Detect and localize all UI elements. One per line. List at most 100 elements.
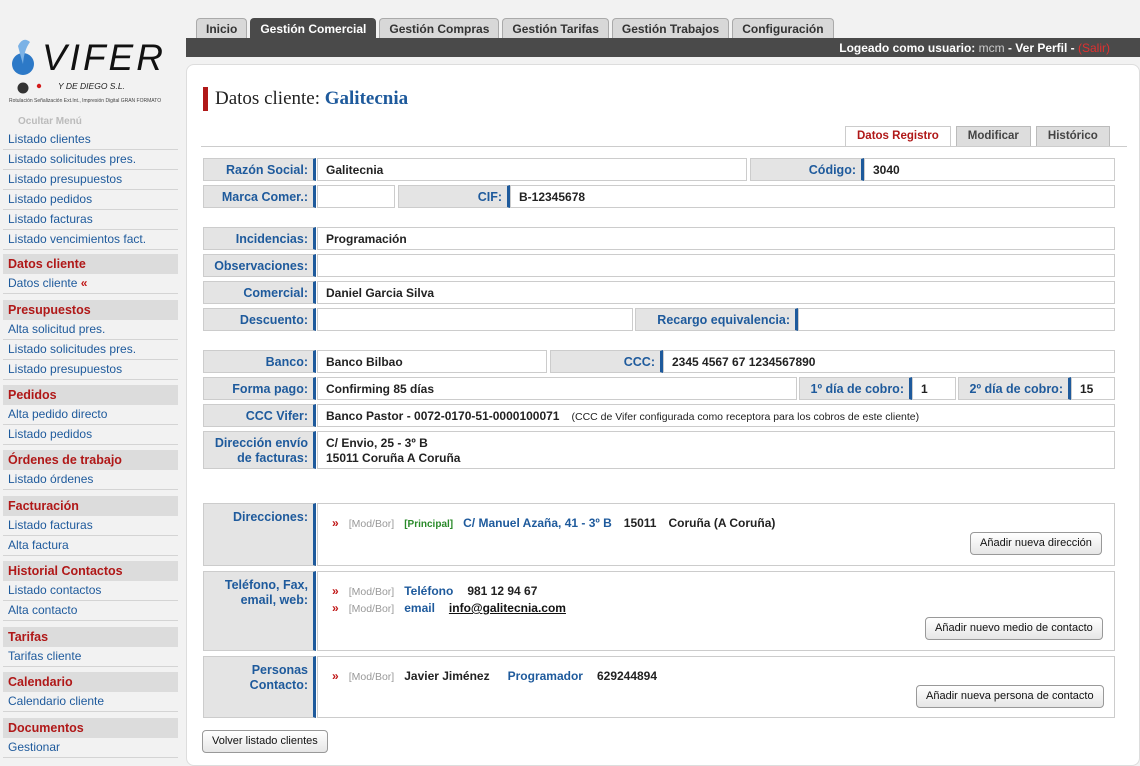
view-profile-link[interactable]: Ver Perfil <box>1015 41 1067 55</box>
sidebar-item-alta-factura[interactable]: Alta factura <box>3 536 178 556</box>
hide-menu-link[interactable]: Ocultar Menú <box>18 116 82 127</box>
sidebar-heading: Historial Contactos <box>3 561 178 581</box>
address-postal: 15011 <box>623 516 657 530</box>
tab-modificar[interactable]: Modificar <box>955 126 1031 146</box>
contacto-panel: » [Mod/Bor] Teléfono 981 12 94 67 » [Mod/Bor… <box>317 571 1115 651</box>
sidebar-item-gestionar[interactable]: Gestionar <box>3 738 178 758</box>
sidebar-item-listado-vencimientos[interactable]: Listado vencimientos fact. <box>3 230 178 250</box>
sidebar-section-facturacion: Facturación Listado facturas Alta factur… <box>3 496 178 556</box>
svg-text:VIFER: VIFER <box>42 37 166 78</box>
tab-gestion-compras[interactable]: Gestión Compras <box>379 18 500 38</box>
app-window: VIFER Y DE DIEGO S.L. Rotulación Señaliz… <box>0 0 1140 766</box>
sidebar-item-alta-contacto[interactable]: Alta contacto <box>3 601 178 621</box>
sidebar-heading: Órdenes de trabajo <box>3 450 178 470</box>
tab-inicio[interactable]: Inicio <box>196 18 248 38</box>
sidebar-item-calendario-cliente[interactable]: Calendario cliente <box>3 692 178 712</box>
sidebar-heading: Presupuestos <box>3 300 178 320</box>
value-banco: Banco Bilbao <box>317 350 547 373</box>
tab-historico[interactable]: Histórico <box>1035 126 1110 146</box>
top-navigation-tabs: Inicio Gestión Comercial Gestión Compras… <box>196 18 834 38</box>
sidebar-item-listado-ordenes[interactable]: Listado órdenes <box>3 470 178 490</box>
modify-delete-link[interactable]: [Mod/Bor] <box>349 518 395 530</box>
contact-type: Teléfono <box>404 584 454 598</box>
label-line: Contacto: <box>249 678 308 692</box>
sidebar-item-listado-pedidos[interactable]: Listado pedidos <box>3 190 178 210</box>
address-line: C/ Envio, 25 - 3º B <box>326 436 428 450</box>
sidebar-item-listado-presupuestos-pres[interactable]: Listado presupuestos <box>3 360 178 380</box>
sidebar-section-datos-cliente: Datos cliente Datos cliente « <box>3 254 178 294</box>
modify-delete-link[interactable]: [Mod/Bor] <box>349 671 395 683</box>
label-codigo: Código: <box>750 158 864 181</box>
label-forma-pago: Forma pago: <box>203 377 316 400</box>
label-cif: CIF: <box>398 185 510 208</box>
page-title: Datos cliente: Galitecnia <box>203 87 408 111</box>
list-item: » [Mod/Bor] Javier Jiménez Programador 62924… <box>332 669 657 683</box>
sidebar-item-listado-solicitudes[interactable]: Listado solicitudes pres. <box>3 150 178 170</box>
value-razon-social: Galitecnia <box>317 158 747 181</box>
logout-link[interactable]: (Salir) <box>1078 41 1110 55</box>
label-comercial: Comercial: <box>203 281 316 304</box>
address-line: 15011 Coruña A Coruña <box>326 451 461 465</box>
value-cif: B-12345678 <box>510 185 1115 208</box>
list-item: » [Mod/Bor] Teléfono 981 12 94 67 <box>332 584 537 598</box>
bullet-icon: » <box>332 584 339 598</box>
page-title-prefix: Datos cliente: <box>215 88 320 109</box>
sidebar-item-listado-presupuestos[interactable]: Listado presupuestos <box>3 170 178 190</box>
email-link[interactable]: info@galitecnia.com <box>449 601 566 615</box>
value-recargo-equivalencia <box>798 308 1115 331</box>
add-address-button[interactable]: Añadir nueva dirección <box>970 532 1102 555</box>
value-ccc: 2345 4567 67 1234567890 <box>663 350 1115 373</box>
modify-delete-link[interactable]: [Mod/Bor] <box>349 586 395 598</box>
sidebar-item-listado-facturas-fac[interactable]: Listado facturas <box>3 516 178 536</box>
tab-datos-registro[interactable]: Datos Registro <box>845 126 951 146</box>
add-contact-person-button[interactable]: Añadir nueva persona de contacto <box>916 685 1104 708</box>
sidebar-item-listado-solicitudes-pres[interactable]: Listado solicitudes pres. <box>3 340 178 360</box>
person-phone: 629244894 <box>596 669 658 683</box>
address-city: Coruña (A Coruña) <box>668 516 776 530</box>
back-to-client-list-button[interactable]: Volver listado clientes <box>202 730 328 753</box>
bullet-icon: » <box>332 601 339 615</box>
tab-divider <box>201 146 1127 147</box>
tab-gestion-trabajos[interactable]: Gestión Trabajos <box>611 18 730 38</box>
label-line: email, web: <box>240 593 308 607</box>
label-descuento: Descuento: <box>203 308 316 331</box>
value-segundo-dia-cobro: 15 <box>1071 377 1115 400</box>
sidebar-item-tarifas-cliente[interactable]: Tarifas cliente <box>3 647 178 667</box>
label-line: de facturas: <box>237 451 308 465</box>
direcciones-panel: » [Mod/Bor] [Principal] C/ Manuel Azaña, 41… <box>317 503 1115 566</box>
username: mcm <box>978 41 1005 55</box>
sidebar-section-documentos: Documentos Gestionar <box>3 718 178 758</box>
tab-gestion-tarifas[interactable]: Gestión Tarifas <box>502 18 609 38</box>
selected-marker-icon: « <box>80 276 88 290</box>
sidebar-heading: Datos cliente <box>3 254 178 274</box>
sidebar-item-alta-solicitud[interactable]: Alta solicitud pres. <box>3 320 178 340</box>
user-bar: Logeado como usuario: mcm - Ver Perfil -… <box>186 38 1140 57</box>
value-marca-comercial <box>317 185 395 208</box>
sidebar-item-listado-pedidos-ped[interactable]: Listado pedidos <box>3 425 178 445</box>
value-comercial: Daniel Garcia Silva <box>317 281 1115 304</box>
label-observaciones: Observaciones: <box>203 254 316 277</box>
sidebar-item-alta-pedido[interactable]: Alta pedido directo <box>3 405 178 425</box>
tab-configuracion[interactable]: Configuración <box>732 18 834 38</box>
add-contact-method-button[interactable]: Añadir nuevo medio de contacto <box>925 617 1103 640</box>
sidebar-section-pedidos: Pedidos Alta pedido directo Listado pedi… <box>3 385 178 445</box>
sidebar-item-datos-cliente[interactable]: Datos cliente « <box>3 274 178 294</box>
sidebar-item-listado-clientes[interactable]: Listado clientes <box>3 130 178 150</box>
record-tabs: Datos Registro Modificar Histórico <box>845 126 1110 146</box>
ccc-vifer-account: Banco Pastor - 0072-0170-51-0000100071 <box>326 409 560 423</box>
sidebar-item-listado-contactos[interactable]: Listado contactos <box>3 581 178 601</box>
main-panel: Datos cliente: Galitecnia Datos Registro… <box>186 64 1140 766</box>
modify-delete-link[interactable]: [Mod/Bor] <box>349 603 395 615</box>
sidebar-item-label: Datos cliente <box>8 276 78 290</box>
sidebar-section-historial: Historial Contactos Listado contactos Al… <box>3 561 178 621</box>
value-primer-dia-cobro: 1 <box>912 377 956 400</box>
value-observaciones <box>317 254 1115 277</box>
sidebar-item-listado-facturas[interactable]: Listado facturas <box>3 210 178 230</box>
tab-gestion-comercial[interactable]: Gestión Comercial <box>250 18 377 38</box>
sidebar-heading: Pedidos <box>3 385 178 405</box>
label-marca-comercial: Marca Comer.: <box>203 185 316 208</box>
label-segundo-dia-cobro: 2º día de cobro: <box>958 377 1071 400</box>
value-ccc-vifer: Banco Pastor - 0072-0170-51-0000100071 (C… <box>317 404 1115 427</box>
sidebar-heading: Tarifas <box>3 627 178 647</box>
sidebar-section-presupuestos: Presupuestos Alta solicitud pres. Listad… <box>3 300 178 380</box>
